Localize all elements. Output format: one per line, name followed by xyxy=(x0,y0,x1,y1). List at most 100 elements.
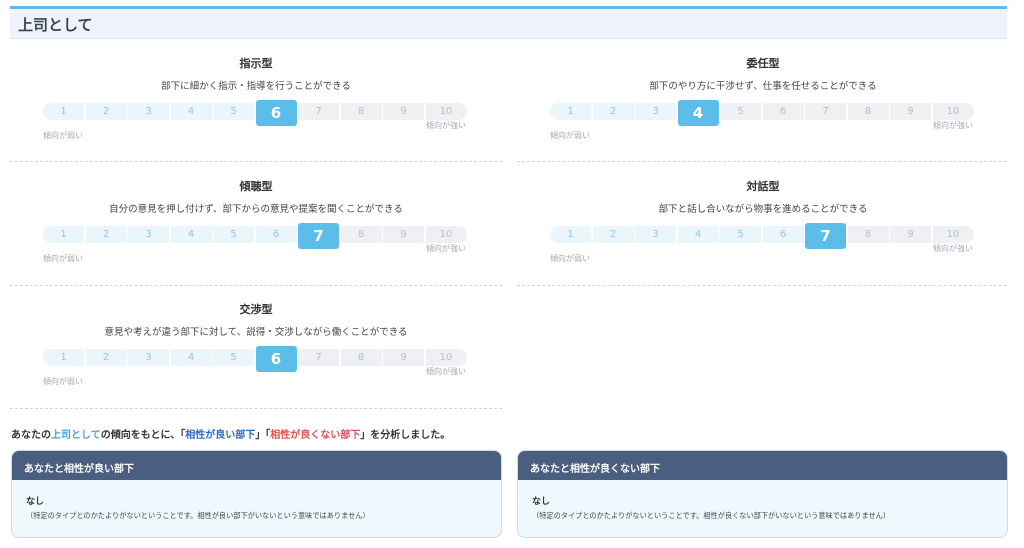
scale-cell: 2 xyxy=(592,103,634,120)
scale-cell: 10 xyxy=(425,226,467,243)
scale-cell: 7 xyxy=(298,349,339,366)
scale-cell: 4 xyxy=(170,349,212,366)
scale-cell: 7 xyxy=(298,103,339,120)
trait-description: 自分の意見を押し付けず、部下からの意見や提案を聞くことができる xyxy=(109,204,403,215)
rating-scale: 1 2 3 4 5 6 7 8 9 10 xyxy=(43,346,467,372)
scale-low-label: 傾向が弱い xyxy=(550,131,590,140)
scale-cell: 8 xyxy=(340,103,382,120)
scale-cell: 2 xyxy=(85,349,127,366)
scale-high-label: 傾向が強い xyxy=(426,121,466,130)
scale-cell: 3 xyxy=(128,226,169,243)
summary-text: あなたの xyxy=(11,430,51,441)
scale-cell: 1 xyxy=(43,349,84,366)
bad-match-box: あなたと相性が良くない部下 なし （特定のタイプとのかたよりがないということです… xyxy=(517,450,1008,538)
scale-cell: 6 xyxy=(762,103,804,120)
scale-cell: 1 xyxy=(550,103,591,120)
bad-match-result: なし xyxy=(532,497,551,507)
scale-cell: 4 xyxy=(170,103,212,120)
trait-description: 意見や考えが違う部下に対して、説得・交渉しながら働くことができる xyxy=(104,327,408,338)
scale-cell: 10 xyxy=(425,103,467,120)
scale-low-label: 傾向が弱い xyxy=(43,377,83,386)
scale-cell-selected: 6 xyxy=(255,100,297,126)
scale-cell-selected: 4 xyxy=(677,100,719,126)
good-match-heading: あなたと相性が良い部下 xyxy=(12,451,501,480)
scale-cell: 7 xyxy=(805,103,846,120)
bad-match-heading: あなたと相性が良くない部下 xyxy=(518,451,1007,480)
trait-title: 対話型 xyxy=(746,180,780,193)
summary-text: 」「 xyxy=(255,430,271,441)
scale-low-label: 傾向が弱い xyxy=(43,254,83,263)
divider xyxy=(10,285,502,286)
rating-scale: 1 2 3 4 5 6 7 8 9 10 xyxy=(43,100,467,126)
scale-cell: 1 xyxy=(550,226,591,243)
scale-high-label: 傾向が強い xyxy=(933,121,973,130)
divider xyxy=(517,161,1007,162)
scale-high-label: 傾向が強い xyxy=(426,244,466,253)
good-match-result: なし xyxy=(26,497,45,507)
analysis-summary: あなたの上司としての傾向をもとに、「相性が良い部下」「相性が良くない部下」を分析… xyxy=(11,426,450,441)
scale-low-label: 傾向が弱い xyxy=(550,254,590,263)
bad-match-note: （特定のタイプとのかたよりがないということです。相性が良くない部下がいないという… xyxy=(532,511,891,520)
trait-title: 交渉型 xyxy=(239,303,273,316)
scale-cell: 3 xyxy=(635,103,676,120)
scale-cell: 4 xyxy=(677,226,719,243)
scale-cell: 9 xyxy=(383,103,424,120)
trait-description: 部下に細かく指示・指導を行うことができる xyxy=(161,81,351,92)
scale-cell: 5 xyxy=(213,103,254,120)
rating-scale: 1 2 3 4 5 6 7 8 9 10 xyxy=(550,223,974,249)
scale-cell: 9 xyxy=(890,226,931,243)
scale-high-label: 傾向が強い xyxy=(426,367,466,376)
divider xyxy=(10,161,502,162)
scale-cell: 10 xyxy=(932,103,974,120)
scale-cell: 2 xyxy=(85,226,127,243)
trait-card-inin: 委任型 部下のやり方に干渉せず、仕事を任せることができる 1 2 3 4 5 6 7 8 9 10… xyxy=(517,55,1009,140)
divider xyxy=(10,408,502,409)
scale-cell: 1 xyxy=(43,226,84,243)
rating-scale: 1 2 3 4 5 6 7 8 9 10 xyxy=(43,223,467,249)
summary-bad-text: 相性が良くない部下 xyxy=(270,430,361,441)
scale-cell: 9 xyxy=(383,226,424,243)
good-match-box: あなたと相性が良い部下 なし （特定のタイプとのかたよりがないということです。相… xyxy=(11,450,502,538)
rating-scale: 1 2 3 4 5 6 7 8 9 10 xyxy=(550,100,974,126)
scale-cell: 1 xyxy=(43,103,84,120)
scale-cell: 3 xyxy=(635,226,676,243)
scale-cell-selected: 7 xyxy=(805,223,846,249)
page: 上司として 指示型 部下に細かく指示・指導を行うことができる 123456789… xyxy=(0,0,1024,548)
scale-cell: 8 xyxy=(847,226,889,243)
trait-card-keicho: 傾聴型 自分の意見を押し付けず、部下からの意見や提案を聞くことができる 1234… xyxy=(10,178,502,263)
section-title: 上司として xyxy=(18,16,93,34)
scale-cell-selected: 7 xyxy=(298,223,339,249)
trait-title: 傾聴型 xyxy=(239,180,273,193)
scale-cell: 8 xyxy=(340,349,382,366)
summary-text: の傾向をもとに、「 xyxy=(100,430,186,441)
summary-good-text: 相性が良い部下 xyxy=(185,430,256,441)
scale-cell: 9 xyxy=(890,103,931,120)
scale-cell: 2 xyxy=(85,103,127,120)
scale-cell: 10 xyxy=(425,349,467,366)
divider xyxy=(517,285,1007,286)
scale-cell: 5 xyxy=(720,103,761,120)
scale-cell: 3 xyxy=(128,103,169,120)
trait-card-kosho: 交渉型 意見や考えが違う部下に対して、説得・交渉しながら働くことができる 123… xyxy=(10,301,502,386)
trait-card-shiji: 指示型 部下に細かく指示・指導を行うことができる 1 2 3 4 5 6 7 8 9 10 傾向が… xyxy=(10,55,502,140)
scale-cell: 2 xyxy=(592,226,634,243)
section-header: 上司として xyxy=(10,6,1007,39)
scale-cell: 5 xyxy=(213,349,254,366)
summary-role-text: 上司として xyxy=(51,430,101,441)
scale-cell: 9 xyxy=(383,349,424,366)
summary-text: 」を分析しました。 xyxy=(360,430,451,441)
trait-description: 部下のやり方に干渉せず、仕事を任せることができる xyxy=(649,81,877,92)
scale-cell: 6 xyxy=(255,226,297,243)
good-match-note: （特定のタイプとのかたよりがないということです。相性が良い部下がいないという意味… xyxy=(26,511,370,520)
scale-cell: 5 xyxy=(213,226,254,243)
scale-cell: 4 xyxy=(170,226,212,243)
scale-cell: 3 xyxy=(128,349,169,366)
scale-cell: 5 xyxy=(720,226,761,243)
trait-title: 指示型 xyxy=(239,57,273,70)
scale-cell: 8 xyxy=(847,103,889,120)
trait-card-taiwa: 対話型 部下と話し合いながら物事を進めることができる 1 2 3 4 5 6 7 8 9 10 傾… xyxy=(517,178,1009,263)
scale-cell: 10 xyxy=(932,226,974,243)
scale-high-label: 傾向が強い xyxy=(933,244,973,253)
trait-title: 委任型 xyxy=(746,57,780,70)
scale-cell-selected: 6 xyxy=(255,346,297,372)
